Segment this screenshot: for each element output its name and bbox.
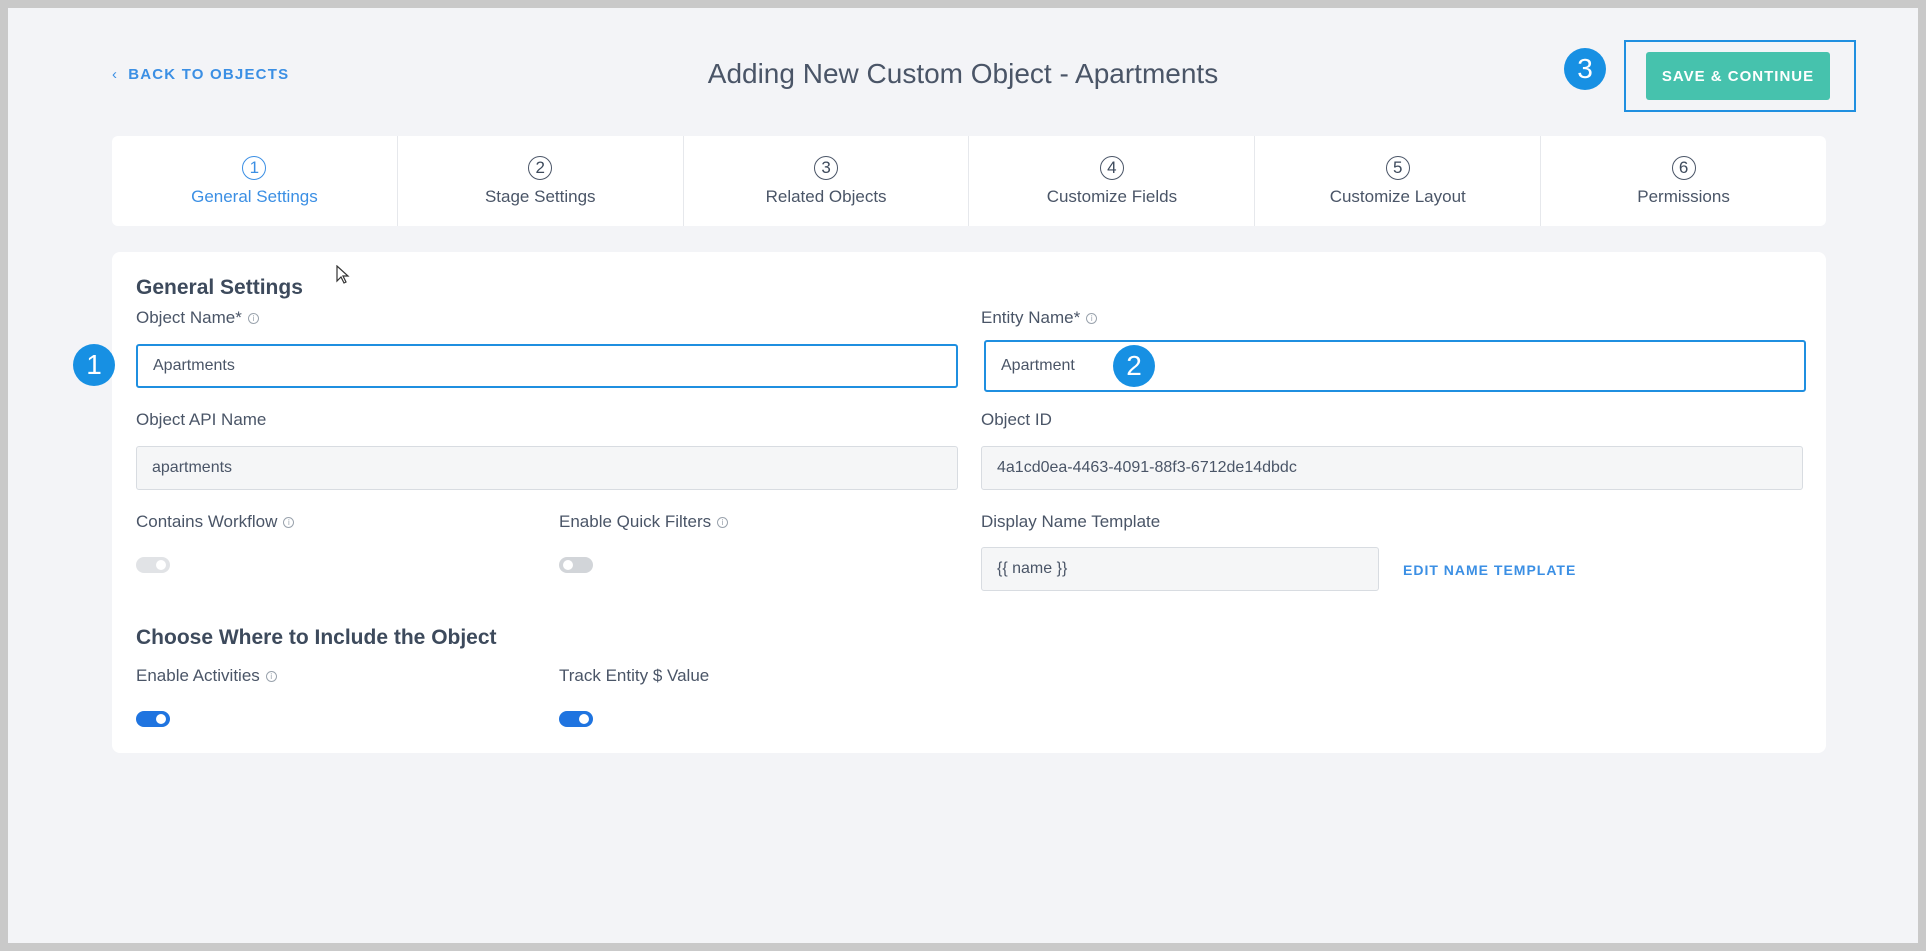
mouse-cursor-icon: [336, 265, 350, 284]
step-label: Related Objects: [765, 186, 887, 206]
info-icon[interactable]: i: [717, 516, 729, 528]
api-name-field: apartments: [136, 446, 958, 490]
object-name-label: Object Name* i: [136, 308, 259, 328]
quick-filters-toggle[interactable]: [559, 557, 593, 573]
toggle-knob: [156, 560, 166, 570]
general-settings-heading: General Settings: [136, 276, 303, 299]
quick-filters-label: Enable Quick Filters i: [559, 512, 729, 532]
entity-name-input[interactable]: Apartment: [984, 340, 1806, 392]
app-frame: ‹ BACK TO OBJECTS Adding New Custom Obje…: [8, 8, 1918, 943]
contains-workflow-toggle[interactable]: [136, 557, 170, 573]
enable-activities-label: Enable Activities i: [136, 666, 277, 686]
entity-name-label: Entity Name* i: [981, 308, 1098, 328]
save-continue-button[interactable]: SAVE & CONTINUE: [1646, 52, 1830, 100]
enable-activities-toggle[interactable]: [136, 711, 170, 727]
save-highlight-box: SAVE & CONTINUE: [1624, 40, 1856, 112]
step-label: Permissions: [1637, 186, 1730, 206]
step-label: General Settings: [191, 186, 318, 206]
step-number: 3: [814, 155, 839, 180]
step-number: 6: [1671, 155, 1696, 180]
toggle-knob: [579, 714, 589, 724]
quick-filters-label-text: Enable Quick Filters: [559, 512, 712, 531]
object-id-label: Object ID: [981, 410, 1052, 429]
contains-workflow-label-text: Contains Workflow: [136, 512, 278, 531]
object-name-label-text: Object Name*: [136, 308, 242, 327]
info-icon[interactable]: i: [1086, 312, 1098, 324]
step-label: Customize Fields: [1046, 186, 1178, 206]
info-icon[interactable]: i: [265, 670, 277, 682]
track-value-label: Track Entity $ Value: [559, 666, 710, 685]
callout-badge-1: 1: [73, 344, 115, 386]
include-object-heading: Choose Where to Include the Object: [136, 626, 497, 649]
step-label: Customize Layout: [1329, 186, 1466, 206]
step-number: 2: [528, 155, 553, 180]
step-number: 1: [242, 155, 267, 180]
general-settings-card: General Settings Object Name* i Apartmen…: [112, 252, 1826, 753]
object-name-input[interactable]: Apartments: [136, 344, 958, 388]
display-template-field: {{ name }}: [981, 547, 1379, 591]
wizard-steps: 1 General Settings 2 Stage Settings 3 Re…: [112, 136, 1826, 226]
track-value-toggle[interactable]: [559, 711, 593, 727]
callout-badge-2: 2: [1113, 345, 1155, 387]
step-number: 4: [1099, 155, 1124, 180]
step-related-objects[interactable]: 3 Related Objects: [684, 136, 970, 226]
callout-badge-3: 3: [1564, 48, 1606, 90]
display-template-label: Display Name Template: [981, 512, 1161, 531]
info-icon[interactable]: i: [247, 312, 259, 324]
api-name-label: Object API Name: [136, 410, 267, 429]
step-general-settings[interactable]: 1 General Settings: [112, 136, 398, 226]
contains-workflow-label: Contains Workflow i: [136, 512, 295, 532]
step-stage-settings[interactable]: 2 Stage Settings: [398, 136, 684, 226]
toggle-knob: [156, 714, 166, 724]
enable-activities-label-text: Enable Activities: [136, 666, 260, 685]
entity-name-label-text: Entity Name*: [981, 308, 1081, 327]
step-number: 5: [1385, 155, 1410, 180]
step-customize-fields[interactable]: 4 Customize Fields: [969, 136, 1256, 226]
info-icon[interactable]: i: [283, 516, 295, 528]
object-id-field: 4a1cd0ea-4463-4091-88f3-6712de14dbdc: [981, 446, 1803, 490]
step-label: Stage Settings: [484, 186, 596, 206]
toggle-knob: [563, 560, 573, 570]
step-permissions[interactable]: 6 Permissions: [1541, 136, 1826, 226]
edit-name-template-button[interactable]: EDIT NAME TEMPLATE: [1403, 562, 1576, 578]
step-customize-layout[interactable]: 5 Customize Layout: [1255, 136, 1542, 226]
